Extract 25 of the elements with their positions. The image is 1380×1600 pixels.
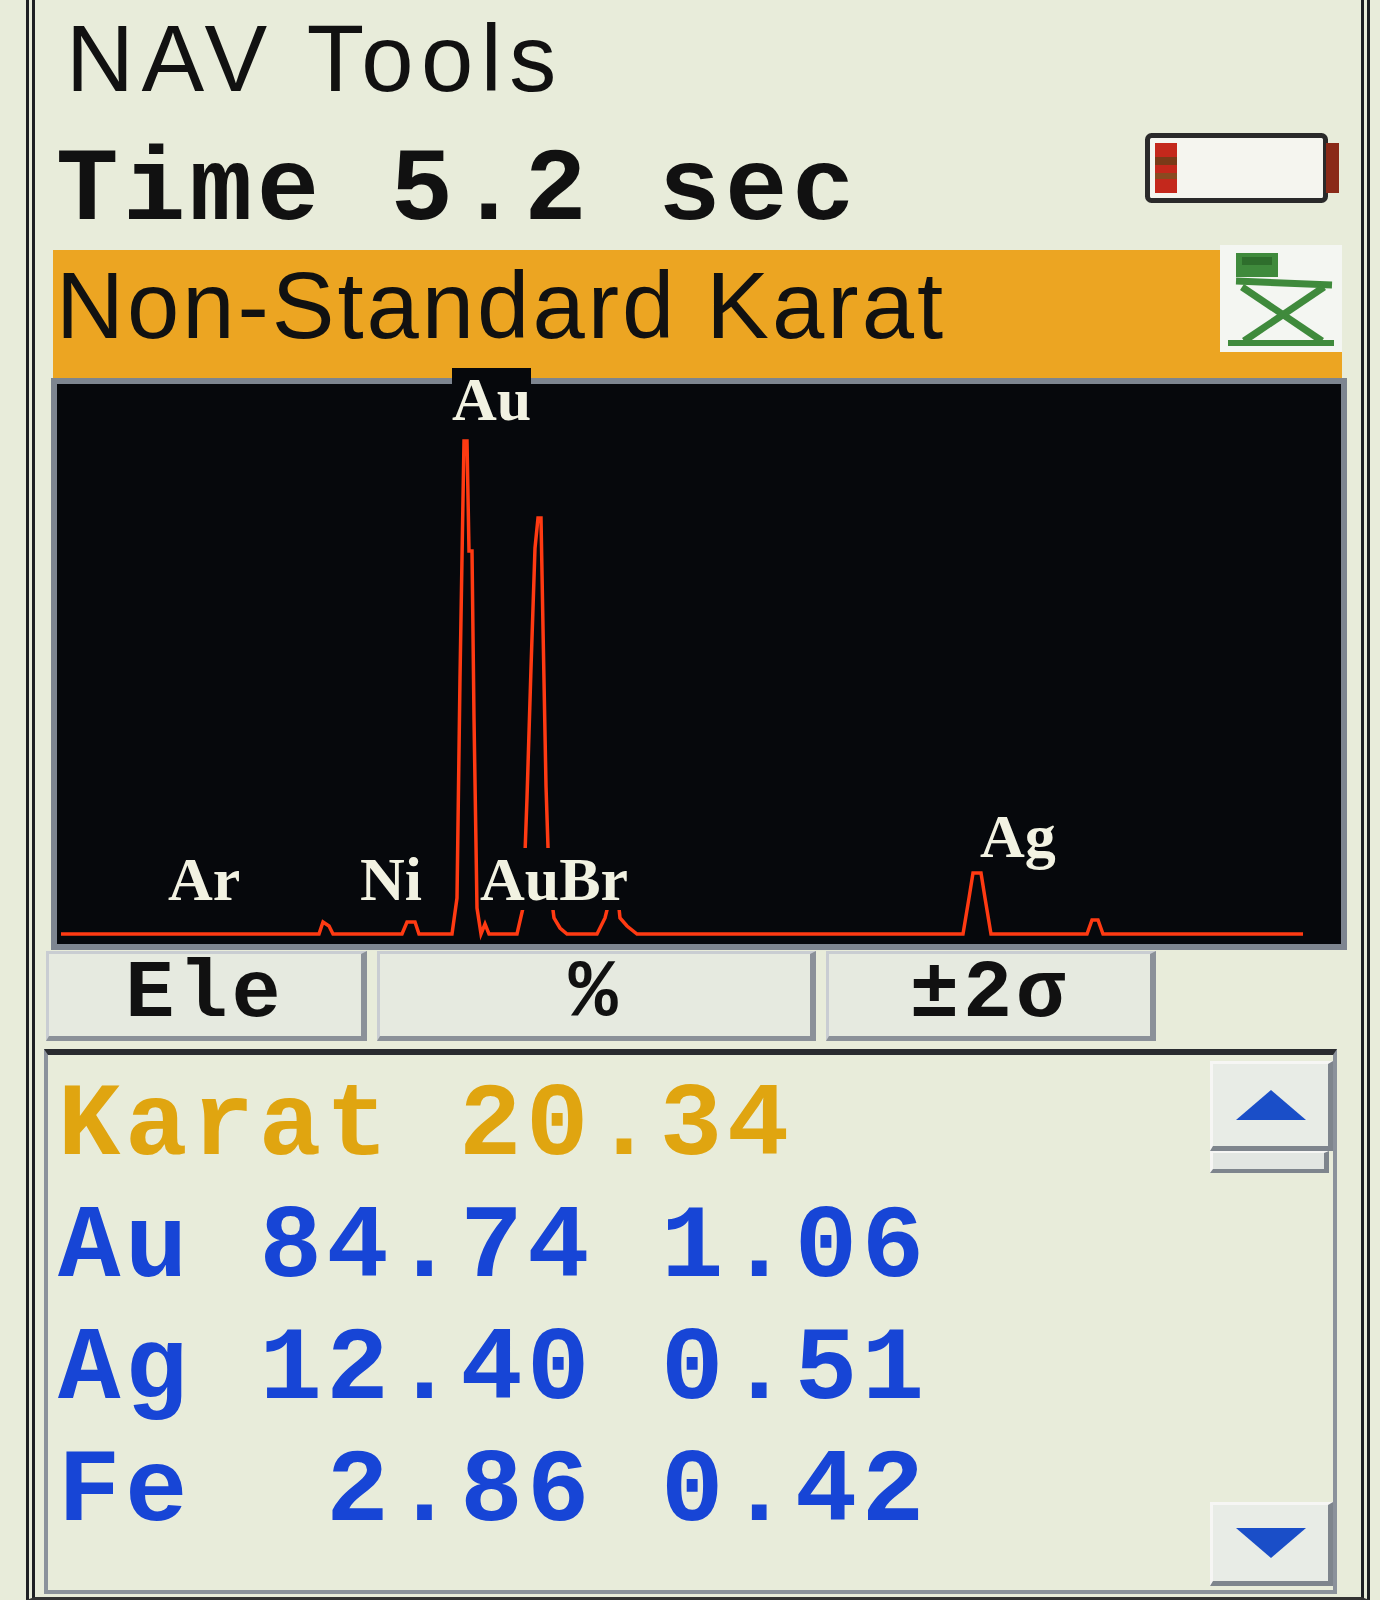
error-value: 1.06 <box>661 1188 929 1309</box>
element-symbol: Au <box>58 1188 193 1309</box>
triangle-up-icon <box>1235 1090 1306 1120</box>
karat-value: 20.34 <box>459 1066 794 1187</box>
column-header[interactable]: ±2σ <box>826 951 1156 1041</box>
percent-value: 84.74 <box>259 1188 594 1309</box>
element-symbol: Fe <box>58 1432 193 1553</box>
column-header[interactable]: % <box>377 951 816 1041</box>
scroll-down-button[interactable] <box>1210 1502 1333 1586</box>
triangle-down-icon <box>1235 1528 1306 1558</box>
scroll-up-button[interactable] <box>1210 1061 1333 1151</box>
percent-value: 2.86 <box>326 1432 594 1553</box>
percent-value: 12.40 <box>259 1310 594 1431</box>
column-header[interactable]: Ele <box>46 951 367 1041</box>
battery-icon <box>1145 133 1339 203</box>
karat-label: Karat <box>58 1066 394 1187</box>
peak-label: AuBr <box>480 848 629 910</box>
error-value: 0.42 <box>661 1432 929 1553</box>
elapsed-time: Time 5.2 sec <box>55 131 859 243</box>
app-title: NAV Tools <box>65 5 565 100</box>
folding-chair-icon <box>1220 245 1342 352</box>
element-symbol: Ag <box>58 1310 193 1431</box>
error-value: 0.51 <box>661 1310 929 1431</box>
status-text: Non-Standard Karat <box>55 252 947 353</box>
scroll-thumb[interactable] <box>1210 1151 1329 1173</box>
